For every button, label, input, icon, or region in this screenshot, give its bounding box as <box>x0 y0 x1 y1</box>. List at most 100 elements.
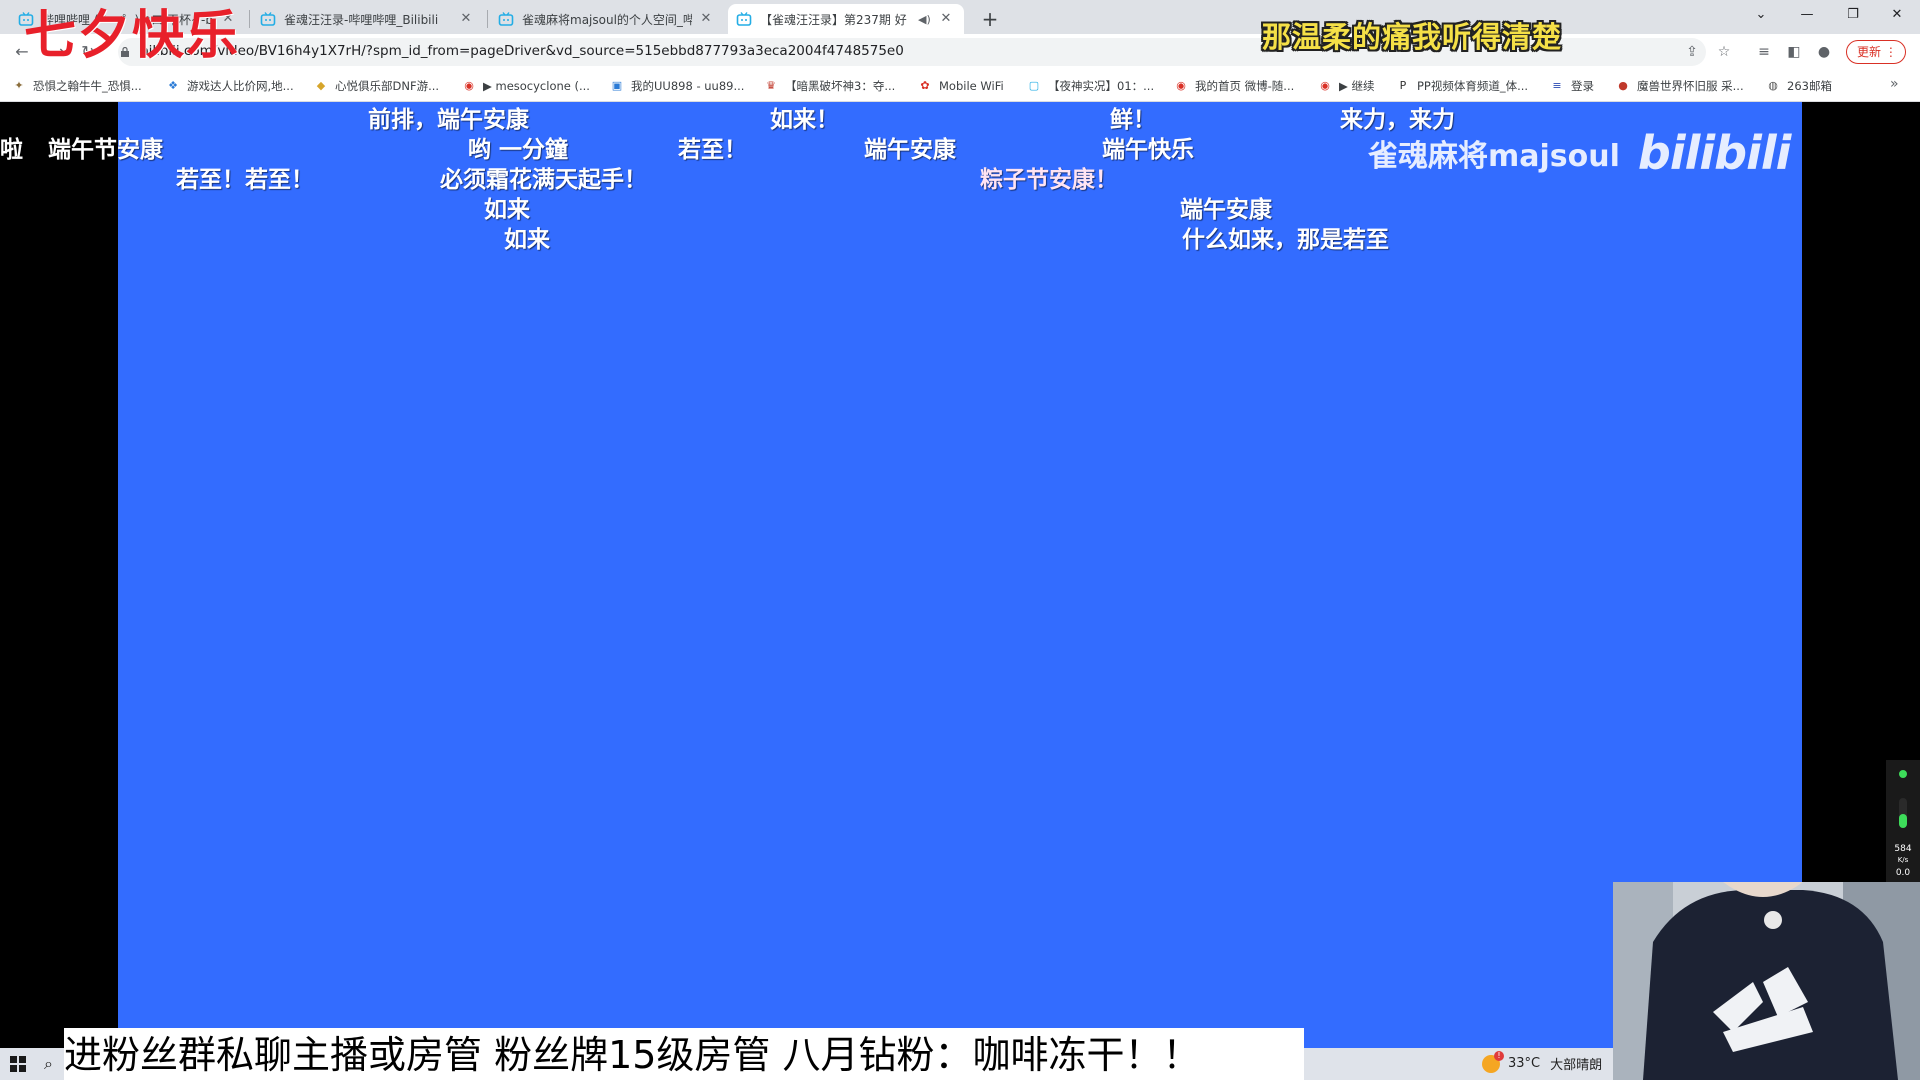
video-player[interactable]: 前排，端午安康 如来！ 鲜！ 来力，来力 啦 端午节安康 哟 一分鐘 若至！ 端… <box>0 102 1802 1050</box>
bookmark-icon: ≡ <box>1552 79 1562 92</box>
danmaku-comment: 端午节安康 <box>48 137 163 163</box>
close-icon[interactable]: ✕ <box>458 11 474 27</box>
ticker-text: 进粉丝群私聊主播或房管 粉丝牌15级房管 八月钻粉：咖啡冻干！！ <box>64 1033 1201 1077</box>
alert-badge: ! <box>1494 1050 1504 1061</box>
bookmark-item[interactable]: ◆ 心悦俱乐部DNF游... <box>314 76 439 96</box>
weibo-icon: ◉ <box>1176 79 1186 92</box>
weibo-icon: ◉ <box>1320 79 1330 92</box>
bilibili-tv-icon: ▢ <box>1028 79 1040 92</box>
close-icon[interactable]: ✕ <box>938 11 954 27</box>
new-tab-button[interactable]: + <box>977 6 1003 32</box>
weather-widget[interactable]: ! 33°C 大部晴朗 <box>1482 1050 1603 1073</box>
overlay-ticker: 进粉丝群私聊主播或房管 粉丝牌15级房管 八月钻粉：咖啡冻干！！ <box>64 1028 1304 1080</box>
danmaku-comment: 前排，端午安康 <box>368 107 529 133</box>
danmaku-comment: 端午快乐 <box>1102 137 1194 163</box>
bookmark-label: ▶ 继续 <box>1339 79 1375 93</box>
tab-title: 【雀魂汪汪录】第237期 好 <box>760 12 907 27</box>
overlay-song-lyric: 那温柔的痛我听得清楚 <box>1262 20 1563 54</box>
status-dot <box>1899 770 1907 778</box>
streamer-camera-image <box>1613 882 1920 1080</box>
bilibili-tv-icon <box>498 11 514 27</box>
url-text: bilibili.com/video/BV16h4y1X7rH/?spm_id_… <box>140 43 904 59</box>
danmaku-comment: 端午安康 <box>1180 197 1272 223</box>
side-panel-icon[interactable]: ◧ <box>1785 43 1803 61</box>
bookmark-icon: ▣ <box>611 79 623 92</box>
bookmark-item[interactable]: ✦ 恐惧之翰牛牛_恐惧... <box>12 76 141 96</box>
bookmark-item[interactable]: ✿ Mobile WiFi <box>918 76 1004 96</box>
danmaku-comment: 粽子节安康！ <box>980 167 1118 193</box>
speed-lower: 0.0 <box>1895 868 1911 878</box>
bookmark-label: 263邮箱 <box>1787 79 1832 93</box>
channel-watermark: 雀魂麻将majsoul bilibili <box>1368 126 1791 180</box>
star-icon[interactable]: ☆ <box>1715 43 1733 61</box>
bookmark-item[interactable]: ≡ 登录 <box>1550 76 1594 96</box>
search-icon[interactable]: ⌕ <box>44 1054 53 1074</box>
bookmark-item[interactable]: ◉ ▶ mesocyclone (... <box>462 76 590 96</box>
danmaku-comment: 鲜！ <box>1110 107 1156 133</box>
pp-icon: P <box>1399 79 1407 92</box>
bookmark-item[interactable]: ◉ 我的首页 微博-随... <box>1174 76 1294 96</box>
network-speed-widget: 584 K/s 0.0 <box>1886 760 1920 882</box>
danmaku-comment: 若至！ <box>678 137 747 163</box>
danmaku-comment: 若至！若至！ <box>176 167 314 193</box>
restore-button[interactable]: ❐ <box>1830 0 1876 30</box>
danmaku-comment: 必须霜花满天起手！ <box>440 167 647 193</box>
danmaku-comment: 如来！ <box>770 107 839 133</box>
tab-title: 雀魂汪汪录-哔哩哔哩_Bilibili <box>284 12 439 27</box>
windows-start-icon[interactable] <box>10 1056 26 1072</box>
update-label: 更新 <box>1857 45 1882 59</box>
bookmark-icon: ♛ <box>766 79 776 92</box>
danmaku-comment: 什么如来，那是若至 <box>1182 227 1389 253</box>
overlay-greeting: 七夕快乐 <box>24 6 241 66</box>
bookmark-item[interactable]: ❖ 游戏达人比价网,地... <box>166 76 294 96</box>
chevron-right-icon[interactable]: » <box>1890 76 1899 92</box>
tab-majsoul-wangwang[interactable]: 雀魂汪汪录-哔哩哔哩_Bilibili ✕ <box>252 4 484 34</box>
tab-title: 雀魂麻将majsoul的个人空间_哔 <box>522 12 692 27</box>
bookmark-item[interactable]: ▣ 我的UU898 - uu89... <box>610 76 745 96</box>
globe-icon: ◍ <box>1768 79 1778 92</box>
bookmark-icon: ◆ <box>316 79 326 92</box>
danmaku-comment: 端午安康 <box>864 137 956 163</box>
bookmark-icon: ● <box>1618 79 1628 92</box>
minimize-button[interactable]: — <box>1784 0 1830 30</box>
bookmark-icon: ✦ <box>14 79 24 92</box>
bookmark-label: PP视频体育频道_体... <box>1417 79 1529 93</box>
close-icon[interactable]: ✕ <box>698 11 714 27</box>
bookmark-item[interactable]: ● 魔兽世界怀旧服 采... <box>1616 76 1743 96</box>
bookmark-item[interactable]: P PP视频体育频道_体... <box>1396 76 1528 96</box>
bilibili-logo: bilibili <box>1637 126 1791 180</box>
tab-majsoul-space[interactable]: 雀魂麻将majsoul的个人空间_哔 ✕ <box>490 4 724 34</box>
bookmark-icon: ❖ <box>168 79 178 92</box>
speed-unit: K/s <box>1897 856 1909 864</box>
bookmark-label: 我的首页 微博-随... <box>1195 79 1295 93</box>
bookmark-label: 我的UU898 - uu89... <box>631 79 745 93</box>
danmaku-comment: 哟 一分鐘 <box>468 137 569 163</box>
tab-divider <box>249 10 250 28</box>
media-control-icon[interactable]: ≡ <box>1755 43 1773 61</box>
danmaku-comment: 啦 <box>0 137 23 163</box>
bookmark-item[interactable]: ◉ ▶ 继续 <box>1318 76 1375 96</box>
weather-condition: 大部晴朗 <box>1550 1058 1603 1073</box>
share-icon[interactable]: ⇪ <box>1683 43 1701 61</box>
sun-icon: ! <box>1482 1050 1504 1073</box>
huawei-icon: ✿ <box>920 79 930 92</box>
speaker-icon[interactable]: ◀) <box>918 13 932 26</box>
update-button[interactable]: 更新 ⋮ <box>1846 40 1906 64</box>
tab-strip: 哔哩哔哩 ( ゜- ゜)つロ 干杯~-bili ✕ 雀魂汪汪录-哔哩哔哩_Bil… <box>0 0 1920 34</box>
bookmark-item[interactable]: ▢ 【夜神实况】01：... <box>1027 76 1154 96</box>
bookmark-label: 【夜神实况】01：... <box>1048 79 1155 93</box>
bookmark-label: 游戏达人比价网,地... <box>187 79 294 93</box>
bookmarks-bar: ✦ 恐惧之翰牛牛_恐惧... ❖ 游戏达人比价网,地... ◆ 心悦俱乐部DNF游..… <box>0 70 1920 102</box>
bookmark-label: 登录 <box>1571 79 1594 93</box>
bookmark-item[interactable]: ♛ 【暗黑破坏神3：夺... <box>764 76 895 96</box>
tab-episode-237[interactable]: 【雀魂汪汪录】第237期 好 ◀) ✕ <box>728 4 964 34</box>
tab-divider <box>487 10 488 28</box>
danmaku-comment: 如来 <box>504 227 550 253</box>
danmaku-comment: 如来 <box>484 197 530 223</box>
bilibili-tv-icon <box>736 11 752 27</box>
close-window-button[interactable]: ✕ <box>1874 0 1920 30</box>
tab-search-icon[interactable]: ⌄ <box>1738 0 1784 30</box>
bookmark-item[interactable]: ◍ 263邮箱 <box>1766 76 1832 96</box>
profile-avatar-icon[interactable]: ● <box>1815 43 1833 61</box>
bookmark-label: Mobile WiFi <box>939 79 1004 93</box>
